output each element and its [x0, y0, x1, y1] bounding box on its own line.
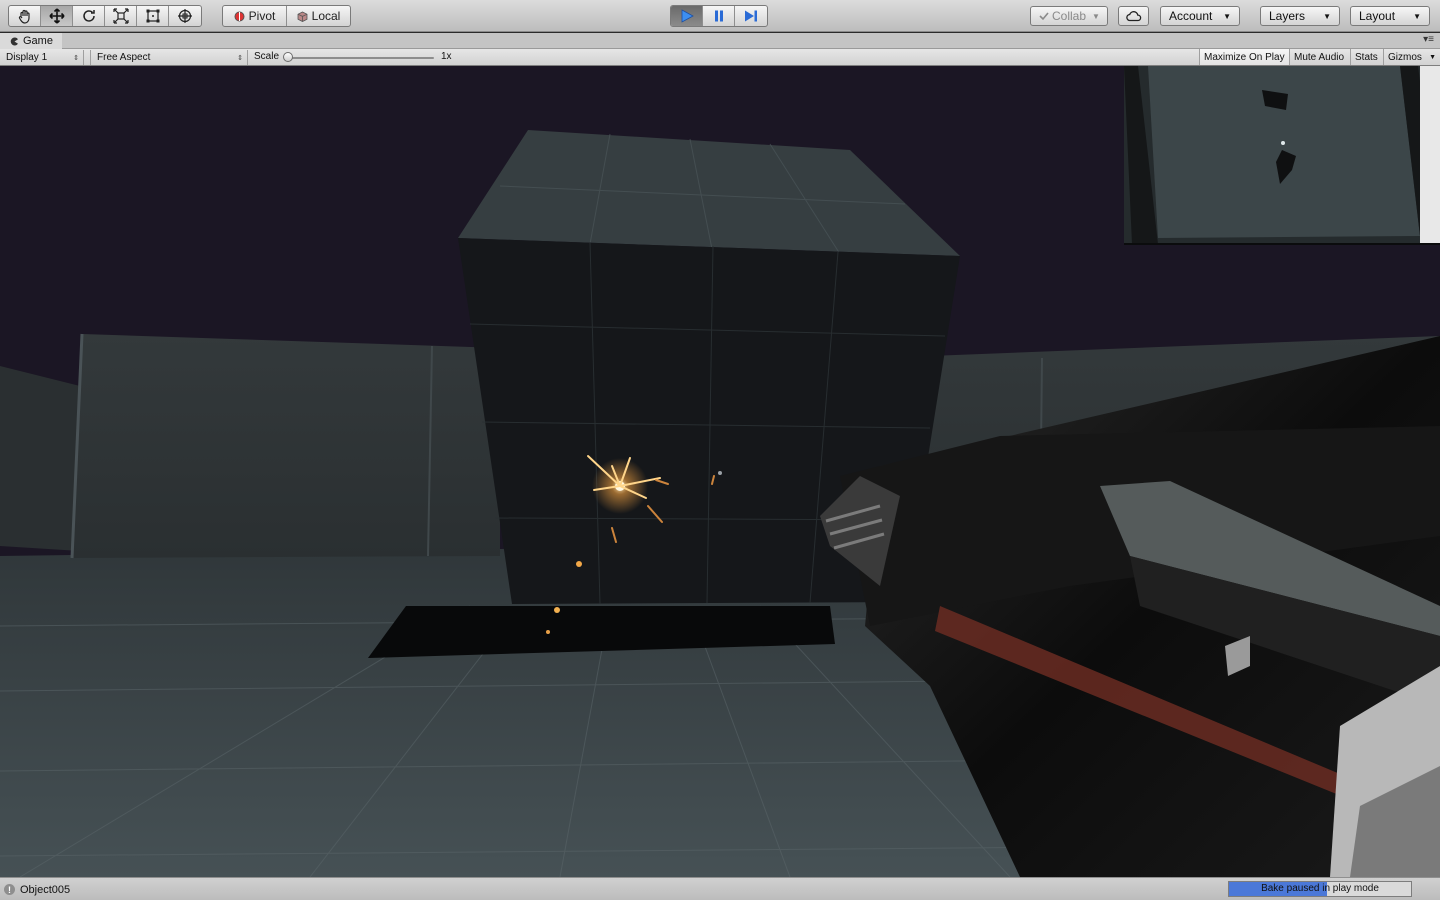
back-wall-left	[72, 334, 500, 558]
hand-tool-button[interactable]	[9, 6, 41, 26]
info-icon: !	[4, 884, 15, 895]
pivot-button[interactable]: Pivot	[223, 6, 287, 26]
scale-value: 1x	[441, 51, 452, 62]
maximize-on-play-toggle[interactable]: Maximize On Play	[1199, 49, 1289, 65]
scale-slider-thumb[interactable]	[283, 52, 293, 62]
chevron-down-icon: ▼	[1223, 11, 1231, 21]
main-toolbar: Pivot Local Collab ▼ Account ▼ Layers ▼	[0, 0, 1440, 32]
move-icon	[48, 8, 65, 24]
display-dropdown[interactable]: Display 1 ⇕	[0, 50, 84, 65]
play-icon	[681, 9, 694, 23]
status-bar: ! Object005 Bake paused in play mode	[0, 877, 1440, 900]
cloud-services-button[interactable]	[1118, 6, 1149, 26]
collab-button[interactable]: Collab ▼	[1030, 6, 1108, 26]
layout-label: Layout	[1359, 9, 1396, 23]
pause-button[interactable]	[703, 6, 735, 26]
tab-game-label: Game	[23, 35, 53, 47]
transform-tools	[8, 5, 202, 27]
updown-caret-icon: ⇕	[73, 54, 79, 62]
status-message[interactable]: Object005	[20, 884, 70, 896]
hand-icon	[18, 9, 30, 24]
maximize-label: Maximize On Play	[1204, 51, 1285, 63]
left-wall	[0, 366, 80, 551]
cloud-icon	[1125, 11, 1141, 22]
layout-dropdown[interactable]: Layout ▼	[1350, 6, 1430, 26]
rect-tool-button[interactable]	[137, 6, 169, 26]
scale-icon	[112, 8, 129, 24]
rect-transform-icon	[146, 9, 159, 23]
minimap-overlay	[1124, 66, 1440, 245]
layers-label: Layers	[1269, 9, 1306, 23]
move-tool-button[interactable]	[41, 6, 73, 26]
game-viewport[interactable]	[0, 66, 1440, 877]
local-cube-icon	[297, 11, 308, 22]
pause-icon	[714, 10, 723, 22]
bake-progress-bar: Bake paused in play mode	[1228, 881, 1412, 897]
chevron-down-icon: ▼	[1429, 53, 1436, 61]
pivot-label: Pivot	[248, 9, 276, 23]
account-dropdown[interactable]: Account ▼	[1160, 6, 1240, 26]
transform-icon	[178, 9, 192, 23]
aspect-dropdown[interactable]: Free Aspect ⇕	[90, 50, 248, 65]
play-button[interactable]	[671, 6, 703, 26]
scale-tool-button[interactable]	[105, 6, 137, 26]
collab-label: Collab	[1052, 9, 1087, 23]
chevron-down-icon: ▼	[1092, 11, 1100, 21]
account-label: Account	[1169, 9, 1213, 23]
checkmark-icon	[1039, 12, 1049, 21]
stats-toggle[interactable]: Stats	[1350, 49, 1382, 65]
mute-label: Mute Audio	[1294, 51, 1345, 63]
mute-audio-toggle[interactable]: Mute Audio	[1289, 49, 1348, 65]
bake-progress-text: Bake paused in play mode	[1261, 883, 1379, 894]
step-button[interactable]	[735, 6, 767, 26]
rotate-icon	[82, 10, 95, 22]
chevron-down-icon: ▼	[1323, 11, 1331, 21]
scale-label: Scale	[254, 51, 280, 62]
chevron-down-icon: ▼	[1413, 11, 1421, 21]
gizmos-dropdown[interactable]: Gizmos ▼	[1383, 49, 1440, 65]
local-label: Local	[311, 9, 341, 23]
layers-dropdown[interactable]: Layers ▼	[1260, 6, 1340, 26]
game-scene-render	[0, 66, 1440, 877]
playback-controls	[670, 5, 768, 27]
display-label: Display 1	[6, 52, 48, 63]
game-tab-bar: Game ▾≡	[0, 33, 1440, 49]
aspect-label: Free Aspect	[97, 52, 151, 63]
transform-tool-button[interactable]	[169, 6, 201, 26]
local-button[interactable]: Local	[287, 6, 350, 26]
rotate-tool-button[interactable]	[73, 6, 105, 26]
step-icon	[745, 10, 757, 22]
tab-game[interactable]: Game	[0, 33, 62, 49]
tab-options-icon[interactable]: ▾≡	[1423, 34, 1434, 45]
pacman-game-icon	[10, 37, 18, 45]
pivot-icon	[234, 11, 245, 21]
updown-caret-icon: ⇕	[237, 54, 243, 62]
pivot-toggle-group: Pivot Local	[222, 5, 351, 27]
scale-slider-track[interactable]	[286, 57, 434, 59]
game-view-toolbar: Display 1 ⇕ Free Aspect ⇕ Scale 1x Maxim…	[0, 49, 1440, 66]
gizmos-label: Gizmos	[1388, 51, 1422, 63]
stats-label: Stats	[1355, 51, 1378, 63]
